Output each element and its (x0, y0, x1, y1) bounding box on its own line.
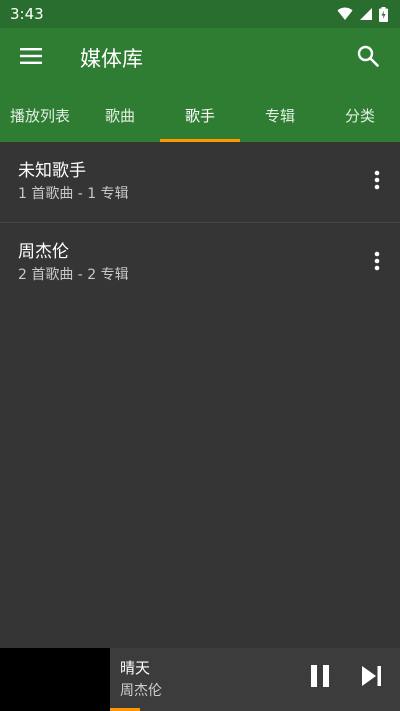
menu-icon (20, 48, 42, 68)
tab-playlists[interactable]: 播放列表 (0, 88, 80, 142)
more-options-button[interactable] (370, 249, 384, 277)
skip-next-icon (362, 666, 382, 690)
menu-button[interactable] (0, 28, 62, 88)
search-button[interactable] (348, 38, 388, 78)
more-options-button[interactable] (370, 168, 384, 196)
tab-artists[interactable]: 歌手 (160, 88, 240, 142)
app-bar: 媒体库 (0, 28, 400, 88)
list-item[interactable]: 周杰伦 2 首歌曲 - 2 专辑 (0, 223, 400, 304)
song-title: 晴天 (120, 659, 151, 677)
artist-list: 未知歌手 1 首歌曲 - 1 专辑 周杰伦 2 首歌曲 - 2 专辑 (0, 142, 400, 304)
more-vert-icon (374, 251, 380, 275)
battery-charging-icon (379, 6, 388, 22)
mini-player[interactable]: 晴天 周杰伦 (0, 648, 400, 711)
status-icons (337, 6, 388, 22)
page-title: 媒体库 (80, 47, 143, 71)
artist-name: 未知歌手 (18, 161, 86, 181)
more-vert-icon (374, 170, 380, 194)
artist-summary: 1 首歌曲 - 1 专辑 (18, 186, 129, 202)
pause-icon (311, 665, 329, 691)
tab-songs[interactable]: 歌曲 (80, 88, 160, 142)
next-button[interactable] (356, 662, 388, 694)
search-icon (357, 45, 379, 71)
tab-bar: 播放列表 歌曲 歌手 专辑 分类 (0, 88, 400, 142)
artist-summary: 2 首歌曲 - 2 专辑 (18, 267, 129, 283)
status-bar: 3:43 (0, 0, 400, 28)
status-time: 3:43 (10, 5, 44, 23)
tab-genres[interactable]: 分类 (320, 88, 400, 142)
list-item[interactable]: 未知歌手 1 首歌曲 - 1 专辑 (0, 142, 400, 223)
tab-albums[interactable]: 专辑 (240, 88, 320, 142)
pause-button[interactable] (304, 662, 336, 694)
wifi-icon (337, 7, 353, 21)
artist-name: 周杰伦 (18, 242, 69, 262)
cell-signal-icon (359, 7, 373, 21)
album-art[interactable] (0, 648, 110, 711)
song-artist: 周杰伦 (120, 683, 162, 699)
